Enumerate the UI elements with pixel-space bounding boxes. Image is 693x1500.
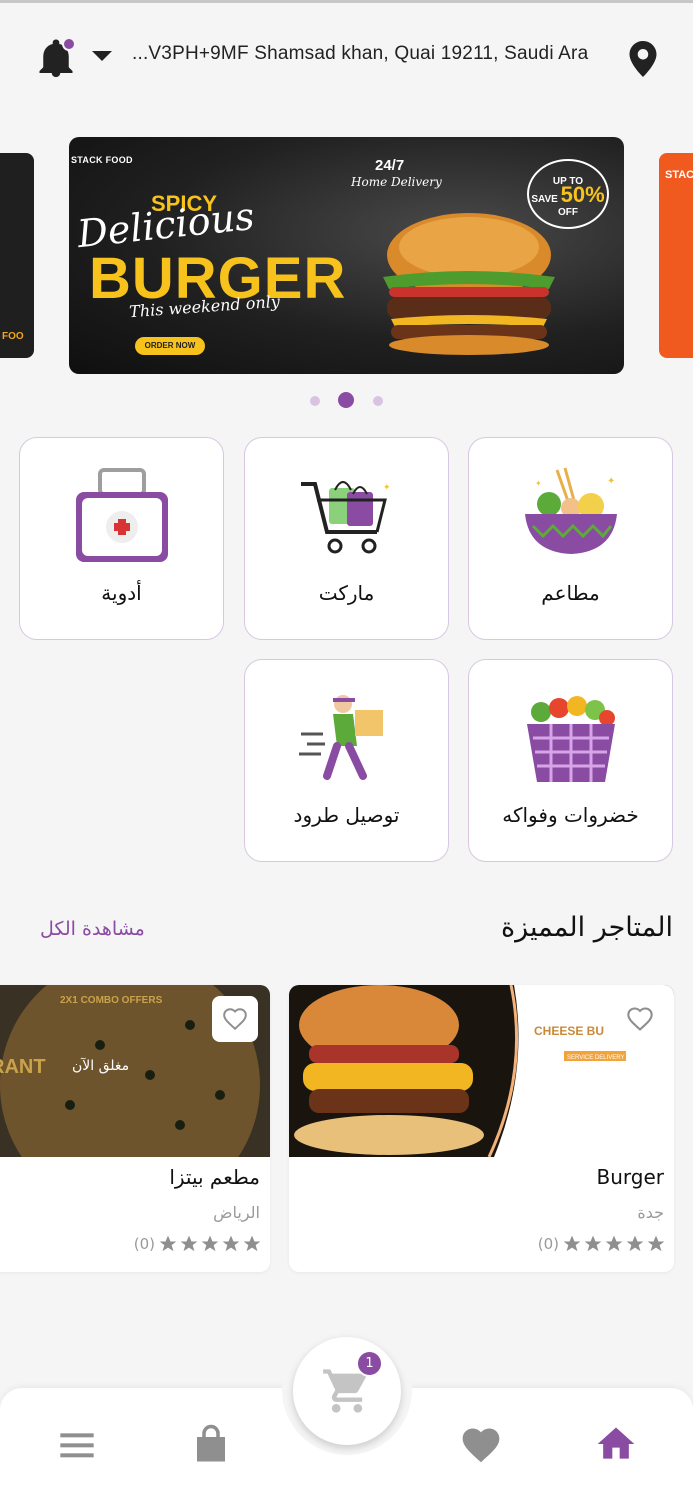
- store-city: الرياض: [213, 1203, 260, 1222]
- banner-247: 24/7: [375, 157, 405, 174]
- chevron-down-icon[interactable]: [92, 51, 112, 61]
- star-icon: [180, 1235, 198, 1252]
- store-image-text: RANT: [0, 1056, 46, 1078]
- food-bowl-icon: ✦ ✦: [524, 467, 617, 554]
- svg-text:✦: ✦: [607, 476, 615, 487]
- header: ...V3PH+9MF Shamsad khan, Quai 19211, Sa…: [0, 3, 693, 103]
- burger-store-image: CHEESE BU SERVICE DELIVERY: [289, 985, 674, 1157]
- store-rating: (0): [130, 1233, 262, 1255]
- pagination-dot[interactable]: [373, 396, 383, 406]
- store-image-sub: 2X1 COMBO OFFERS: [60, 995, 163, 1006]
- sale-percent: 50%: [560, 182, 605, 207]
- burger-image: [383, 213, 555, 355]
- cart-badge: 1: [356, 1350, 383, 1377]
- banner-order-now: ORDER NOW: [135, 337, 205, 355]
- store-name: مطعم بيتزا: [169, 1165, 260, 1189]
- shopping-cart-icon: ✦: [300, 481, 391, 554]
- heart-icon[interactable]: [459, 1423, 503, 1467]
- store-card-pizza[interactable]: 2X1 COMBO OFFERS RANT مغلق الآن مطعم بيت…: [0, 985, 270, 1272]
- category-market[interactable]: ✦ ماركت: [244, 437, 449, 640]
- banner-previous[interactable]: K FOO: [0, 153, 34, 358]
- star-icon: [584, 1235, 602, 1252]
- menu-icon[interactable]: [57, 1425, 97, 1465]
- store-image: CHEESE BU SERVICE DELIVERY: [289, 985, 674, 1157]
- cart-button[interactable]: [293, 1337, 401, 1445]
- category-label: مطاعم: [541, 581, 600, 605]
- store-image-text: CHEESE BU: [534, 1024, 604, 1038]
- star-icon: [563, 1235, 581, 1252]
- category-label: ماركت: [318, 581, 375, 605]
- star-icon: [201, 1235, 219, 1252]
- category-pharmacy[interactable]: أدوية: [19, 437, 224, 640]
- see-all-link[interactable]: مشاهدة الكل: [40, 918, 145, 940]
- notification-dot: [62, 37, 76, 51]
- location-pin-icon[interactable]: [629, 41, 657, 77]
- vegetable-basket-icon: [526, 696, 615, 782]
- star-icon: [159, 1235, 177, 1252]
- store-card-burger[interactable]: CHEESE BU SERVICE DELIVERY Burger جدة (0…: [289, 985, 674, 1272]
- category-restaurants[interactable]: ✦ ✦ مطاعم: [468, 437, 673, 640]
- store-rating: (0): [534, 1233, 666, 1255]
- star-icon: [243, 1235, 261, 1252]
- delivery-courier-icon: [298, 695, 383, 780]
- category-label: توصيل طرود: [293, 803, 400, 827]
- banner-home-delivery: Home Delivery: [351, 175, 442, 189]
- star-icon: [626, 1235, 644, 1252]
- star-icon: [222, 1235, 240, 1252]
- pagination-dot-active[interactable]: [338, 392, 354, 408]
- store-name: Burger: [596, 1165, 665, 1189]
- rating-count: (0): [537, 1235, 559, 1253]
- shopping-bag-icon[interactable]: [190, 1423, 232, 1465]
- featured-stores-title: المتاجر المميزة: [500, 912, 673, 943]
- heart-outline-icon[interactable]: [626, 1005, 654, 1033]
- svg-text:✦: ✦: [383, 483, 391, 493]
- banner-previous-text: K FOO: [0, 331, 24, 342]
- store-city: جدة: [637, 1203, 664, 1222]
- svg-text:✦: ✦: [535, 479, 542, 488]
- home-icon[interactable]: [594, 1422, 638, 1466]
- rating-count: (0): [133, 1235, 155, 1253]
- sale-save: SAVE: [531, 194, 558, 205]
- star-icon: [605, 1235, 623, 1252]
- category-vegetables[interactable]: خضروات وفواكه: [468, 659, 673, 862]
- pagination-dot[interactable]: [310, 396, 320, 406]
- category-label: خضروات وفواكه: [502, 803, 639, 827]
- category-parcel-delivery[interactable]: توصيل طرود: [244, 659, 449, 862]
- banner-next-text: STACK: [665, 169, 693, 181]
- heart-outline-icon: [223, 1008, 247, 1031]
- favorite-button[interactable]: [212, 996, 258, 1042]
- banner-brand: STACK FOOD: [71, 155, 133, 165]
- store-image-sub: SERVICE DELIVERY: [567, 1055, 624, 1061]
- banner-next[interactable]: STACK: [659, 153, 693, 358]
- category-label: أدوية: [101, 581, 142, 605]
- store-status-closed: مغلق الآن: [72, 1058, 130, 1074]
- promo-banner[interactable]: STACK FOOD SPICY Delicious BURGER This w…: [69, 137, 624, 374]
- star-icon: [647, 1235, 665, 1252]
- banner-pagination: [0, 392, 693, 412]
- delivery-address[interactable]: ...V3PH+9MF Shamsad khan, Quai 19211, Sa…: [132, 43, 612, 65]
- medical-kit-icon: [75, 468, 168, 562]
